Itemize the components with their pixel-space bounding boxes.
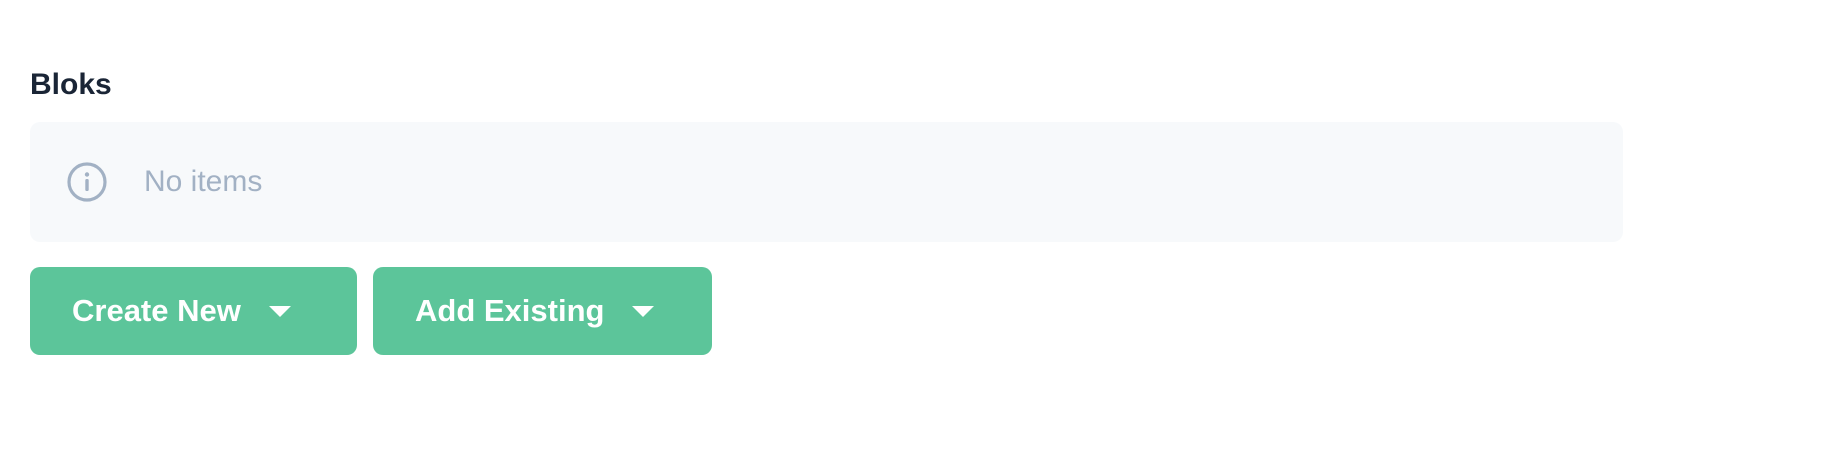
actions-bar: Create New Add Existing xyxy=(30,267,1623,355)
add-existing-button[interactable]: Add Existing xyxy=(373,267,712,355)
field-label: Bloks xyxy=(30,68,112,101)
bloks-field: Bloks No items Create New Add Existing xyxy=(30,60,1623,355)
empty-state-text: No items xyxy=(144,165,263,198)
empty-state: No items xyxy=(30,122,1623,242)
add-existing-label: Add Existing xyxy=(415,293,605,328)
caret-down-icon xyxy=(632,305,655,317)
create-new-button[interactable]: Create New xyxy=(30,267,357,355)
info-icon xyxy=(66,161,108,203)
caret-down-icon xyxy=(268,305,291,317)
create-new-label: Create New xyxy=(72,293,241,328)
